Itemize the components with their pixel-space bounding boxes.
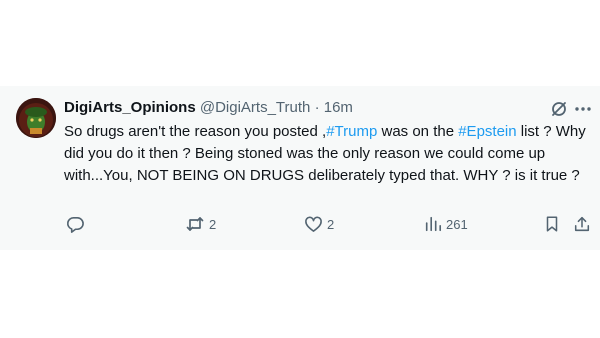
tweet-header: DigiArts_Opinions @DigiArts_Truth · 16m [64, 98, 353, 118]
retweet-count: 2 [209, 216, 217, 232]
like-count: 2 [327, 216, 335, 232]
heart-icon [304, 215, 323, 234]
views-icon [424, 215, 442, 233]
tweet-card[interactable]: DigiArts_Opinions @DigiArts_Truth · 16m … [0, 86, 600, 250]
action-bar: 2 2 261 [0, 212, 600, 236]
hashtag-epstein[interactable]: #Epstein [458, 123, 516, 140]
share-button[interactable] [573, 212, 591, 236]
retweet-button[interactable]: 2 [185, 212, 216, 236]
grok-icon[interactable] [549, 99, 569, 119]
views-count: 261 [446, 216, 468, 232]
separator-dot: · [314, 99, 320, 116]
share-icon [573, 215, 591, 233]
timestamp[interactable]: 16m [324, 99, 353, 116]
reply-icon [66, 215, 85, 234]
text-part: was on the [377, 123, 459, 140]
bookmark-icon [543, 215, 561, 233]
retweet-icon [185, 214, 205, 234]
text-part: So drugs aren't the reason you posted , [64, 123, 327, 140]
bookmark-button[interactable] [543, 212, 561, 236]
display-name[interactable]: DigiArts_Opinions [64, 99, 196, 116]
hashtag-trump[interactable]: #Trump [326, 123, 377, 140]
user-handle[interactable]: @DigiArts_Truth [200, 99, 311, 116]
reply-button[interactable] [66, 212, 89, 236]
avatar[interactable] [16, 98, 56, 138]
tweet-text: So drugs aren't the reason you posted ,#… [64, 121, 589, 187]
more-icon[interactable] [573, 99, 593, 119]
like-button[interactable]: 2 [304, 212, 334, 236]
views-button[interactable]: 261 [424, 212, 468, 236]
